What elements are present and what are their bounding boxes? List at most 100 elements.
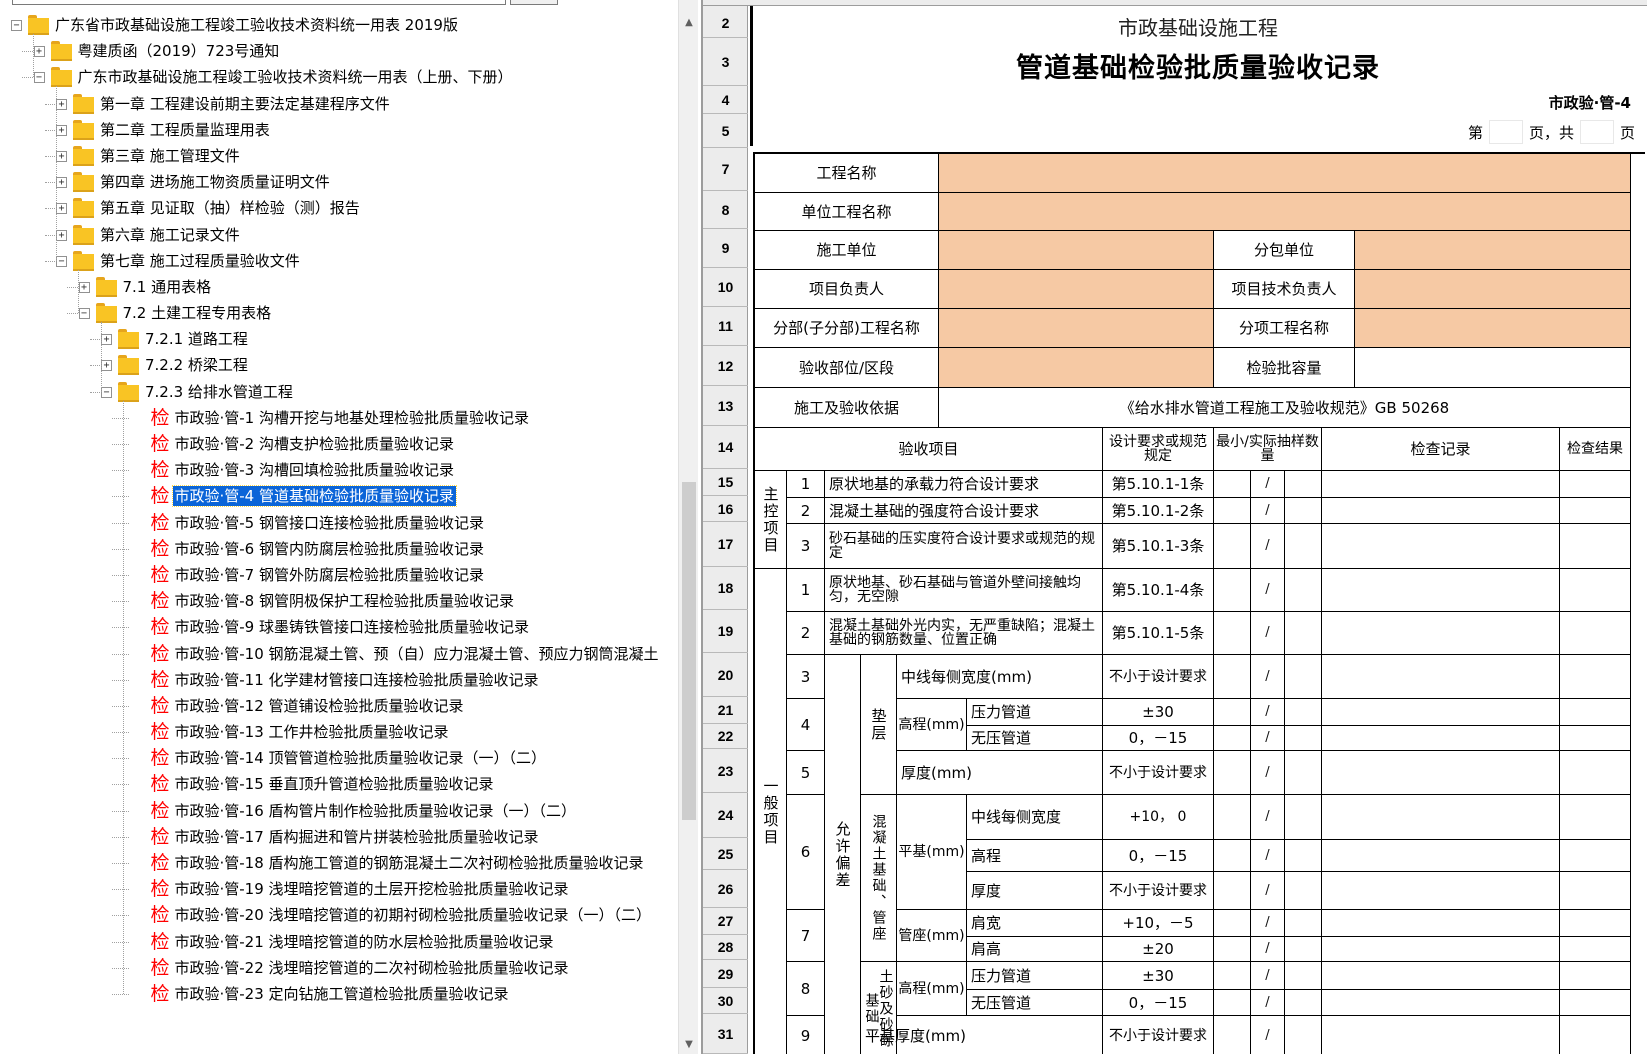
check-result[interactable] <box>1560 569 1631 612</box>
check-result[interactable] <box>1560 751 1631 795</box>
row-number[interactable]: 27 <box>703 908 748 935</box>
sample-min[interactable] <box>1214 910 1251 937</box>
check-record[interactable] <box>1322 840 1560 872</box>
tree-item-document[interactable]: 检市政验·管-17 盾构掘进和管片拼装检验批质量验收记录 <box>0 824 678 850</box>
row-number[interactable]: 31 <box>703 1014 748 1054</box>
row-number[interactable]: 13 <box>703 386 748 426</box>
sample-min[interactable] <box>1214 1016 1251 1054</box>
tree-item-folder[interactable]: +7.1 通用表格 <box>0 274 678 300</box>
tree-item-label[interactable]: 7.2.1 道路工程 <box>143 329 250 349</box>
tree-item-label[interactable]: 市政验·管-5 钢管接口连接检验批质量验收记录 <box>173 513 487 533</box>
tree-item-document[interactable]: 检市政验·管-22 浅埋暗挖管道的二次衬砌检验批质量验收记录 <box>0 955 678 981</box>
row-number[interactable]: 14 <box>703 426 748 469</box>
sample-actual[interactable] <box>1285 910 1322 937</box>
tree-item-label[interactable]: 市政验·管-22 浅埋暗挖管道的二次衬砌检验批质量验收记录 <box>173 958 571 978</box>
page-total-cell[interactable] <box>1579 120 1614 144</box>
tree-item-document[interactable]: 检市政验·管-3 沟槽回填检验批质量验收记录 <box>0 457 678 483</box>
row-number[interactable]: 5 <box>703 114 748 148</box>
tree-item-document[interactable]: 检市政验·管-14 顶管管道检验批质量验收记录（一）（二） <box>0 745 678 771</box>
expand-icon[interactable]: + <box>56 150 67 162</box>
check-record[interactable] <box>1322 471 1560 498</box>
tree-item-label[interactable]: 粤建质函（2019）723号通知 <box>76 41 282 61</box>
tree-item-document[interactable]: 检市政验·管-12 管道铺设检验批质量验收记录 <box>0 693 678 719</box>
sample-actual[interactable] <box>1285 795 1322 840</box>
sample-actual[interactable] <box>1285 699 1322 726</box>
check-record[interactable] <box>1322 655 1560 699</box>
sample-actual[interactable] <box>1285 569 1322 612</box>
input-tech-manager[interactable] <box>1355 270 1631 309</box>
tree-item-document[interactable]: 检市政验·管-1 沟槽开挖与地基处理检验批质量验收记录 <box>0 405 678 431</box>
collapse-icon[interactable]: − <box>78 308 90 320</box>
input-batch-capacity[interactable] <box>1355 348 1631 388</box>
tree-item-label[interactable]: 第三章 施工管理文件 <box>98 146 242 166</box>
check-record[interactable] <box>1322 962 1560 990</box>
check-record[interactable] <box>1322 751 1560 795</box>
tree-item-label[interactable]: 市政验·管-8 钢管阴极保护工程检验批质量验收记录 <box>173 591 517 611</box>
tree-item-label[interactable]: 第七章 施工过程质量验收文件 <box>98 251 302 271</box>
input-subitem-name[interactable] <box>1355 309 1631 348</box>
tree-item-label[interactable]: 第一章 工程建设前期主要法定基建程序文件 <box>98 94 392 114</box>
check-record[interactable] <box>1322 937 1560 962</box>
check-record[interactable] <box>1322 569 1560 612</box>
check-result[interactable] <box>1560 471 1631 498</box>
sample-actual[interactable] <box>1285 498 1322 524</box>
tree-item-document[interactable]: 检市政验·管-18 盾构施工管道的钢筋混凝土二次衬砌检验批质量验收记录 <box>0 850 678 876</box>
input-construction-unit[interactable] <box>939 231 1214 270</box>
row-number[interactable]: 26 <box>703 870 748 908</box>
search-button[interactable] <box>510 0 558 5</box>
tree-item-document[interactable]: 检市政验·管-16 盾构管片制作检验批质量验收记录（一）（二） <box>0 798 678 824</box>
collapse-icon[interactable]: − <box>11 20 22 31</box>
tree-item-label[interactable]: 市政验·管-1 沟槽开挖与地基处理检验批质量验收记录 <box>173 408 532 428</box>
input-acceptance-part[interactable] <box>939 348 1214 388</box>
sample-min[interactable] <box>1214 795 1251 840</box>
sample-actual[interactable] <box>1285 524 1322 569</box>
check-record[interactable] <box>1322 795 1560 840</box>
row-number[interactable]: 17 <box>703 522 748 567</box>
check-record[interactable] <box>1322 1016 1560 1054</box>
row-number[interactable]: 18 <box>703 567 748 610</box>
tree-item-label[interactable]: 第四章 进场施工物资质量证明文件 <box>98 172 332 192</box>
tree-item-label[interactable]: 市政验·管-15 垂直顶升管道检验批质量验收记录 <box>173 774 496 794</box>
tree-item-label[interactable]: 7.2 土建工程专用表格 <box>121 303 274 323</box>
check-record[interactable] <box>1322 498 1560 524</box>
sample-actual[interactable] <box>1285 655 1322 699</box>
tree-item-label[interactable]: 市政验·管-7 钢管外防腐层检验批质量验收记录 <box>173 565 487 585</box>
tree-item-label[interactable]: 第二章 工程质量监理用表 <box>98 120 272 140</box>
tree-item-document[interactable]: 检市政验·管-2 沟槽支护检验批质量验收记录 <box>0 431 678 457</box>
tree-item-label[interactable]: 市政验·管-6 钢管内防腐层检验批质量验收记录 <box>173 539 487 559</box>
sample-min[interactable] <box>1214 524 1251 569</box>
check-result[interactable] <box>1560 1016 1631 1054</box>
row-number[interactable]: 15 <box>703 469 748 496</box>
tree-item-folder[interactable]: − 广东省市政基础设施工程竣工验收技术资料统一用表 2019版 <box>0 12 678 38</box>
sample-min[interactable] <box>1214 840 1251 872</box>
scroll-up-icon[interactable]: ▲ <box>679 14 698 32</box>
row-number[interactable]: 29 <box>703 960 748 988</box>
sample-actual[interactable] <box>1285 612 1322 655</box>
scroll-down-icon[interactable]: ▼ <box>679 1036 698 1054</box>
sample-min[interactable] <box>1214 937 1251 962</box>
expand-icon[interactable]: + <box>56 229 67 241</box>
check-record[interactable] <box>1322 699 1560 726</box>
tree-item-label[interactable]: 市政验·管-17 盾构掘进和管片拼装检验批质量验收记录 <box>173 827 541 847</box>
tree-item-label[interactable]: 第五章 见证取（抽）样检验（测）报告 <box>98 198 362 218</box>
expand-icon[interactable]: + <box>101 334 112 346</box>
row-number[interactable]: 23 <box>703 749 748 793</box>
tree-item-label[interactable]: 市政验·管-2 沟槽支护检验批质量验收记录 <box>173 434 457 454</box>
tree-item-document[interactable]: 检市政验·管-19 浅埋暗挖管道的土层开挖检验批质量验收记录 <box>0 876 678 902</box>
tree-item-label[interactable]: 市政验·管-12 管道铺设检验批质量验收记录 <box>173 696 466 716</box>
tree-item-label[interactable]: 7.1 通用表格 <box>121 277 214 297</box>
tree-item-document[interactable]: 检市政验·管-13 工作井检验批质量验收记录 <box>0 719 678 745</box>
check-result[interactable] <box>1560 795 1631 840</box>
tree-item-folder[interactable]: + 第一章 工程建设前期主要法定基建程序文件 <box>0 91 678 117</box>
tree-item-folder[interactable]: + 第四章 进场施工物资质量证明文件 <box>0 169 678 195</box>
tree-item-label[interactable]: 广东省市政基础设施工程竣工验收技术资料统一用表 2019版 <box>53 15 460 35</box>
tree-item-document[interactable]: 检市政验·管-20 浅埋暗挖管道的初期衬砌检验批质量验收记录（一）（二） <box>0 902 678 928</box>
expand-icon[interactable]: + <box>56 98 67 110</box>
tree-item-label[interactable]: 市政验·管-11 化学建材管接口连接检验批质量验收记录 <box>173 670 541 690</box>
check-result[interactable] <box>1560 612 1631 655</box>
tree-item-label[interactable]: 市政验·管-16 盾构管片制作检验批质量验收记录（一）（二） <box>173 801 579 821</box>
sample-min[interactable] <box>1214 699 1251 726</box>
check-record[interactable] <box>1322 726 1560 751</box>
tree-item-label[interactable]: 市政验·管-18 盾构施工管道的钢筋混凝土二次衬砌检验批质量验收记录 <box>173 853 646 873</box>
tree-item-document[interactable]: 检市政验·管-11 化学建材管接口连接检验批质量验收记录 <box>0 667 678 693</box>
